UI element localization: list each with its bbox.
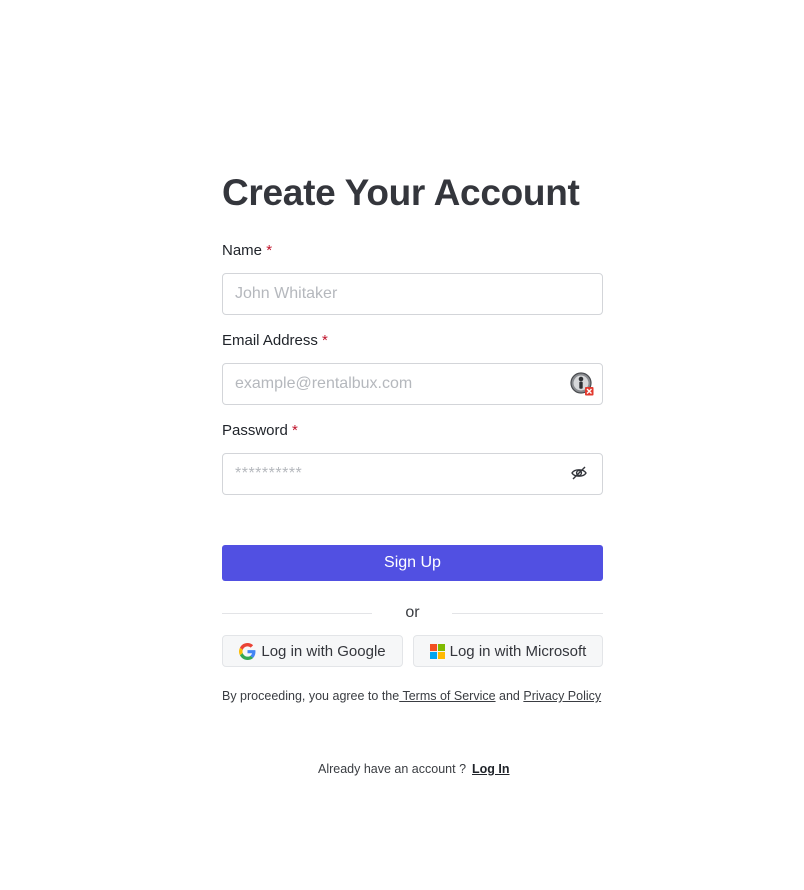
google-logo-icon [239, 642, 256, 660]
login-prompt: Already have an account ? Log In [318, 762, 510, 776]
page-title: Create Your Account [222, 172, 580, 213]
terms-prefix: By proceeding, you agree to the [222, 689, 400, 703]
google-login-button[interactable]: Log in with Google [222, 635, 403, 667]
name-label: Name * [222, 242, 272, 260]
password-label: Password * [222, 422, 298, 440]
password-label-text: Password [222, 422, 288, 439]
terms-conjunction: and [495, 689, 524, 703]
email-field[interactable] [222, 363, 603, 405]
log-in-link[interactable]: Log In [472, 762, 510, 776]
sign-up-button[interactable]: Sign Up [222, 545, 603, 581]
password-manager-icon[interactable] [570, 372, 594, 396]
password-input[interactable] [223, 454, 602, 494]
eye-off-icon[interactable] [570, 464, 588, 482]
microsoft-login-label: Log in with Microsoft [449, 642, 587, 660]
or-text: or [405, 604, 420, 621]
name-field[interactable] [222, 273, 603, 315]
name-label-text: Name [222, 242, 263, 259]
password-required-mark: * [292, 422, 298, 439]
terms-of-service-link[interactable]: Terms of Service [399, 689, 495, 703]
email-label-text: Email Address [222, 332, 318, 349]
email-label: Email Address * [222, 332, 328, 350]
google-login-label: Log in with Google [261, 642, 386, 660]
signup-form: Create Your Account Name * Email Address… [222, 170, 603, 703]
microsoft-login-button[interactable]: Log in with Microsoft [413, 635, 603, 667]
login-prompt-text: Already have an account ? [318, 762, 467, 776]
email-required-mark: * [322, 332, 328, 349]
terms-notice: By proceeding, you agree to the Terms of… [222, 689, 603, 703]
password-field[interactable] [222, 453, 603, 495]
or-divider: or [222, 602, 603, 624]
privacy-policy-link[interactable]: Privacy Policy [523, 689, 601, 703]
name-required-mark: * [266, 242, 273, 259]
name-input[interactable] [223, 274, 602, 314]
microsoft-logo-icon [429, 643, 445, 659]
email-input[interactable] [223, 364, 602, 404]
